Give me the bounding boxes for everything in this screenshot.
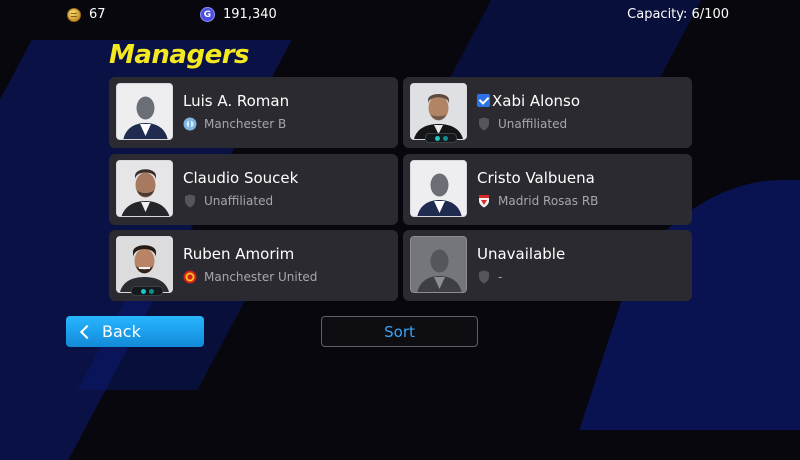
manager-portrait [116, 160, 173, 217]
shield-icon [477, 270, 491, 284]
manager-card[interactable]: Ruben Amorim Manchester United [109, 230, 398, 301]
sort-button[interactable]: Sort [321, 316, 478, 347]
club-row: Manchester United [183, 270, 317, 284]
shield-icon [183, 194, 197, 208]
manager-card[interactable]: Luis A. Roman Manchester B [109, 77, 398, 148]
badge-bar [425, 133, 457, 143]
gp-icon: G [200, 7, 215, 22]
page-title: Managers [109, 40, 250, 70]
club-row: - [477, 270, 502, 284]
manager-card[interactable]: Xabi Alonso Unaffiliated [403, 77, 692, 148]
club-name: - [498, 270, 503, 284]
club-row: Manchester B [183, 117, 286, 131]
manager-name: Cristo Valbuena [477, 169, 595, 187]
club-name: Unaffiliated [498, 117, 568, 131]
club-name: Madrid Rosas RB [498, 194, 599, 208]
manchester-united-crest-icon [183, 270, 197, 284]
gp-counter[interactable]: G 191,340 [200, 7, 277, 22]
back-label: Back [102, 322, 141, 341]
madrid-rosas-crest-icon [477, 194, 491, 208]
manager-name: Claudio Soucek [183, 169, 299, 187]
manager-portrait [410, 83, 467, 143]
back-button[interactable]: Back [66, 316, 204, 347]
club-row: Madrid Rosas RB [477, 194, 598, 208]
manager-card[interactable]: Unavailable - [403, 230, 692, 301]
manchester-b-crest-icon [183, 117, 197, 131]
manager-name: Luis A. Roman [183, 92, 290, 110]
coins-counter[interactable]: 67 [67, 7, 106, 22]
gp-value: 191,340 [223, 7, 277, 22]
manager-card[interactable]: Cristo Valbuena Madrid Rosas RB [403, 154, 692, 225]
shield-icon [477, 117, 491, 131]
capacity-label: Capacity: 6/100 [627, 7, 729, 22]
manager-name: Unavailable [477, 245, 566, 263]
club-name: Unaffiliated [204, 194, 274, 208]
coins-value: 67 [89, 7, 106, 22]
manager-name: Xabi Alonso [477, 92, 580, 110]
manager-portrait [116, 83, 173, 140]
manager-portrait [410, 160, 467, 217]
manager-portrait [410, 236, 467, 293]
manager-portrait [116, 236, 173, 296]
manager-name: Ruben Amorim [183, 245, 295, 263]
club-name: Manchester B [204, 117, 287, 131]
badge-bar [131, 286, 163, 296]
chevron-left-icon [79, 324, 95, 339]
club-row: Unaffiliated [477, 117, 567, 131]
coin-icon [67, 7, 81, 22]
club-row: Unaffiliated [183, 194, 273, 208]
manager-card[interactable]: Claudio Soucek Unaffiliated [109, 154, 398, 225]
club-name: Manchester United [204, 270, 318, 284]
top-bar: 67 G 191,340 Capacity: 6/100 [0, 0, 800, 30]
sort-label: Sort [384, 322, 415, 341]
verified-icon [477, 94, 490, 107]
